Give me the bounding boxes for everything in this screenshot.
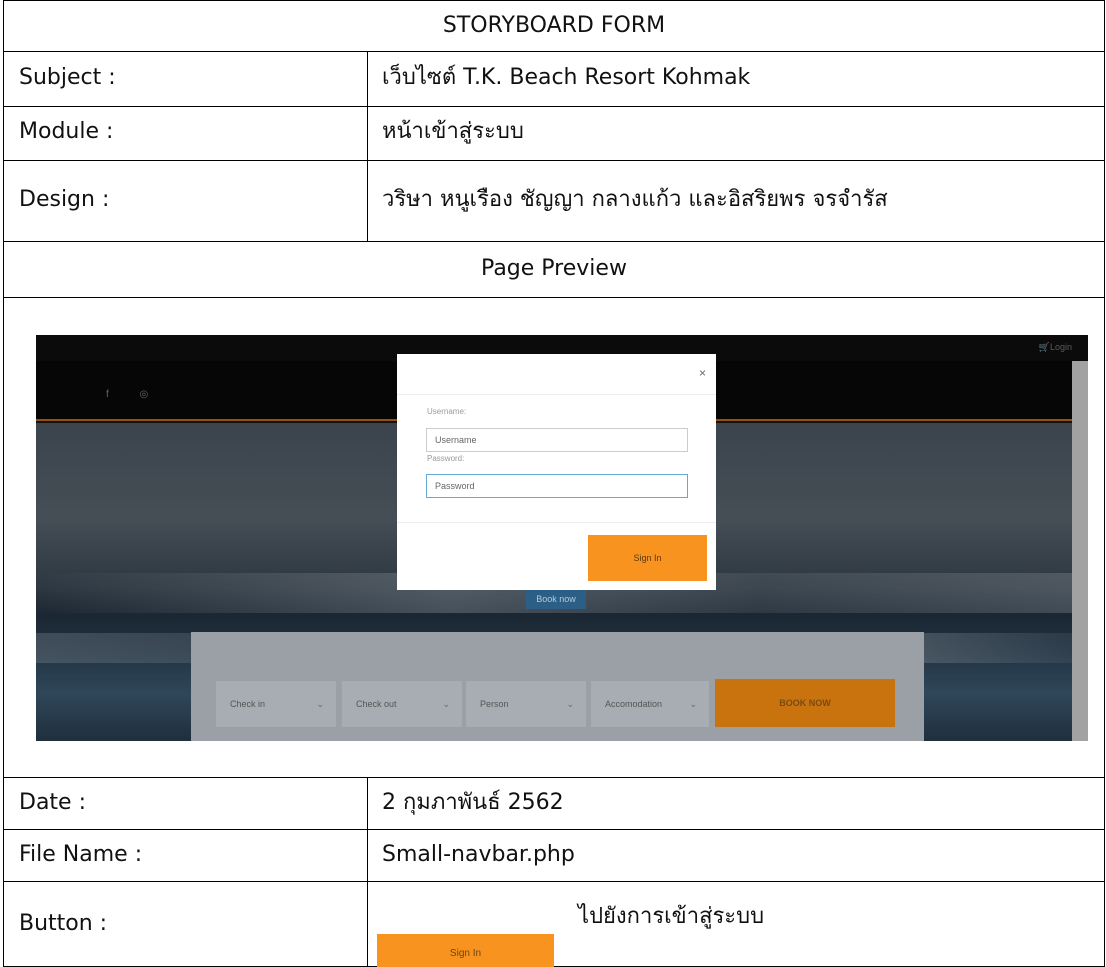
file-name-value: Small-navbar.php [382, 842, 575, 867]
chevron-down-icon: ⌄ [566, 699, 574, 709]
table-border [367, 51, 368, 241]
sign-in-button-sample: Sign In [377, 934, 554, 967]
button-label: Button : [19, 911, 108, 936]
date-label: Date : [19, 790, 86, 815]
username-label: Username: [427, 407, 467, 416]
design-value: วริษา หนูเรือง ชัญญา กลางแก้ว และอิสริยพ… [382, 187, 888, 212]
table-border [3, 0, 4, 967]
accomodation-select[interactable]: Accomodation ⌄ [591, 681, 709, 727]
check-in-label: Check in [230, 699, 266, 709]
design-label: Design : [19, 187, 110, 212]
chevron-down-icon: ⌄ [689, 699, 697, 709]
table-border [3, 160, 1105, 161]
check-out-label: Check out [356, 699, 397, 709]
table-border [3, 241, 1105, 242]
table-border [3, 777, 1105, 778]
table-border [3, 106, 1105, 107]
file-name-label: File Name : [19, 842, 143, 867]
check-in-select[interactable]: Check in ⌄ [216, 681, 336, 727]
storyboard-form: STORYBOARD FORM Subject : เว็บไซต์ T.K. … [3, 0, 1105, 967]
accomodation-label: Accomodation [605, 699, 663, 709]
table-border [367, 777, 368, 967]
form-title: STORYBOARD FORM [442, 13, 666, 38]
password-input[interactable]: Password [426, 474, 688, 498]
book-now-button[interactable]: BOOK NOW [715, 679, 895, 727]
login-modal: × Username: Username Password: Password … [397, 354, 716, 590]
chevron-down-icon: ⌄ [442, 699, 450, 709]
page-preview-heading: Page Preview [481, 256, 627, 281]
subject-value: เว็บไซต์ T.K. Beach Resort Kohmak [382, 65, 751, 90]
table-border [3, 829, 1105, 830]
table-border [3, 881, 1105, 882]
module-label: Module : [19, 119, 114, 144]
hero-book-now-button[interactable]: Book now [526, 589, 586, 609]
close-icon[interactable]: × [699, 366, 706, 380]
chevron-down-icon: ⌄ [316, 699, 324, 709]
username-input[interactable]: Username [426, 428, 688, 452]
page-preview-screenshot: 🛒Login f ◎ Book now Check in ⌄ Check out ⌄… [36, 335, 1088, 741]
modal-divider [397, 522, 716, 523]
table-border [3, 51, 1105, 52]
module-value: หน้าเข้าสู่ระบบ [382, 119, 524, 144]
button-description: ไปยังการเข้าสู่ระบบ [578, 904, 765, 929]
date-value: 2 กุมภาพันธ์ 2562 [382, 790, 564, 815]
table-border [3, 0, 1105, 1]
sign-in-button[interactable]: Sign In [588, 535, 707, 581]
table-border [3, 297, 1105, 298]
table-border [1104, 0, 1105, 967]
password-label: Password: [427, 454, 465, 463]
subject-label: Subject : [19, 65, 116, 90]
modal-divider [397, 394, 716, 395]
person-select[interactable]: Person ⌄ [466, 681, 586, 727]
check-out-select[interactable]: Check out ⌄ [342, 681, 462, 727]
person-label: Person [480, 699, 509, 709]
